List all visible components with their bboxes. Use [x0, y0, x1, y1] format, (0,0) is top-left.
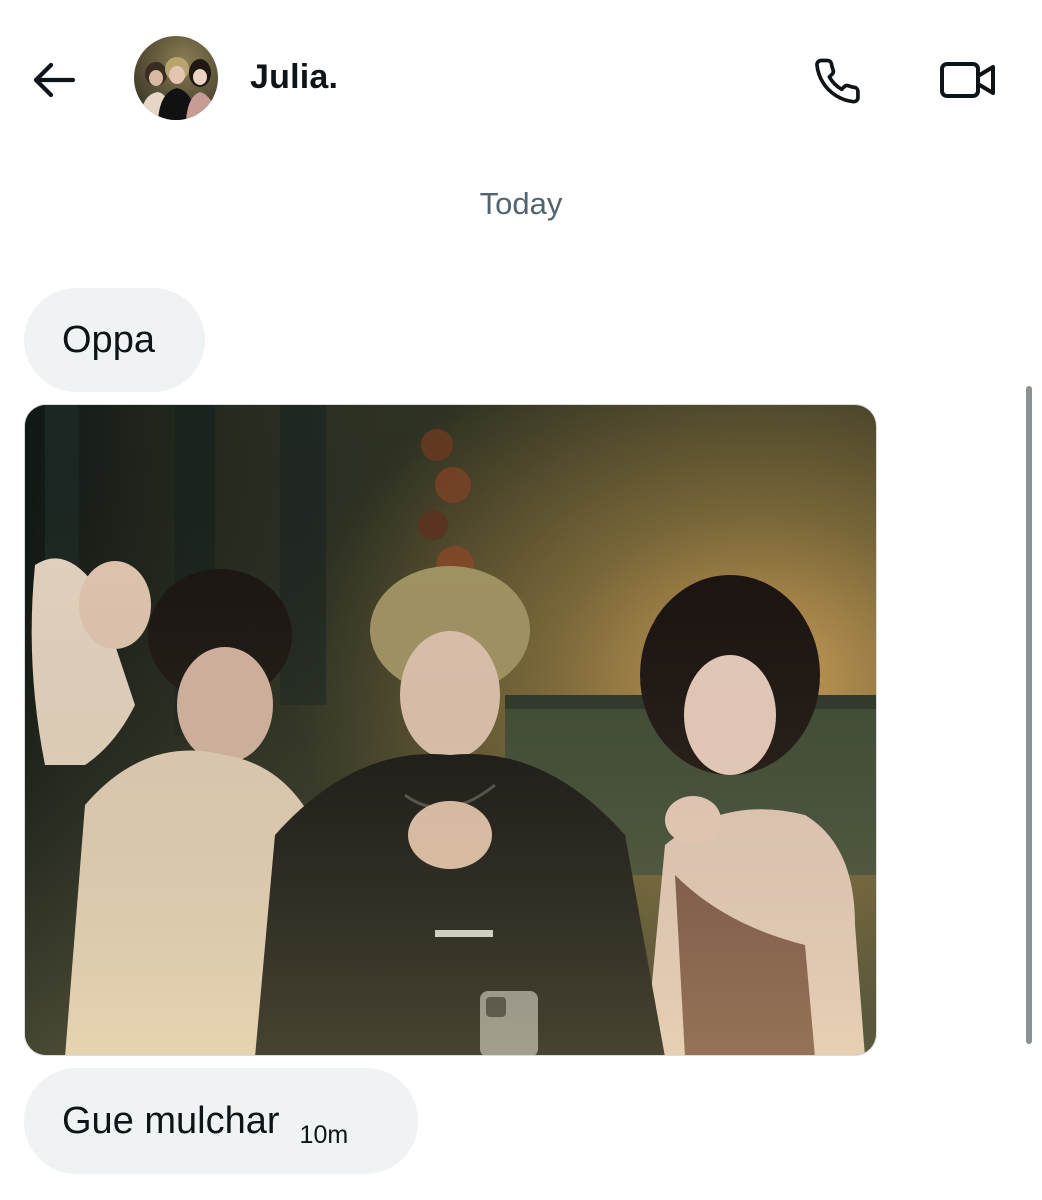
message-timestamp: 10m	[299, 1120, 349, 1149]
back-arrow-icon	[33, 62, 76, 98]
message-text: Gue mulchar	[62, 1099, 280, 1142]
contact-name[interactable]: Julia.	[250, 58, 338, 97]
call-button[interactable]	[806, 50, 870, 110]
date-separator: Today	[479, 186, 563, 221]
message-text: Oppa	[62, 318, 155, 361]
back-button[interactable]	[26, 52, 82, 108]
message-photo[interactable]	[24, 404, 877, 1056]
scrollbar[interactable]	[1026, 386, 1032, 1044]
avatar[interactable]	[134, 36, 218, 120]
group-photo-image	[25, 405, 876, 1055]
dm-conversation-screen: Julia. Today Oppa Gue mulchar 10m	[0, 0, 1042, 1200]
message-bubble[interactable]: Gue mulchar 10m	[24, 1068, 418, 1174]
video-call-button[interactable]	[932, 50, 1004, 110]
conversation-header: Julia.	[0, 0, 1042, 160]
message-bubble[interactable]: Oppa	[24, 288, 205, 392]
avatar-image	[134, 36, 218, 120]
phone-icon	[815, 58, 860, 104]
video-camera-icon	[940, 62, 995, 98]
